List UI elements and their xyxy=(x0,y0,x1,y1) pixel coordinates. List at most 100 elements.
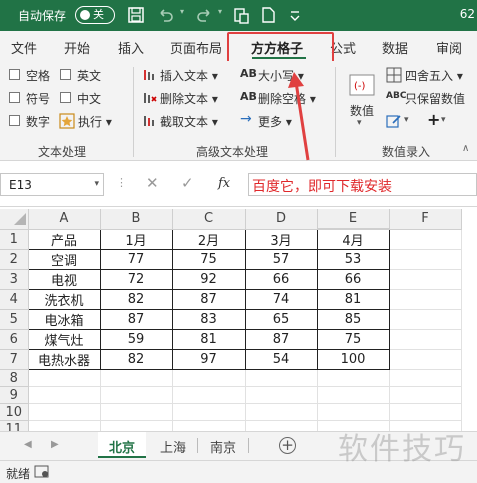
cell[interactable]: 75 xyxy=(316,329,390,350)
column-header[interactable]: F xyxy=(389,209,462,230)
cell[interactable] xyxy=(317,386,390,404)
name-box-dropdown-icon[interactable]: ▾ xyxy=(94,179,99,189)
tab-page-layout[interactable]: 页面布局 xyxy=(170,38,222,57)
cell[interactable] xyxy=(389,229,462,250)
cell[interactable] xyxy=(317,369,390,387)
column-header[interactable]: E xyxy=(317,209,390,230)
cell[interactable]: 3月 xyxy=(244,228,318,250)
tab-insert[interactable]: 插入 xyxy=(118,38,144,57)
cancel-icon[interactable]: ✕ xyxy=(146,174,159,192)
customize-quick-access-icon[interactable] xyxy=(285,5,305,25)
sheet-tab-beijing[interactable]: 北京 xyxy=(98,432,146,458)
cell[interactable] xyxy=(389,329,462,350)
cell[interactable] xyxy=(389,309,462,330)
insert-function-button[interactable]: fx xyxy=(218,176,230,191)
cell[interactable]: 87 xyxy=(244,329,318,350)
execute-icon[interactable] xyxy=(59,113,75,129)
cell[interactable]: 66 xyxy=(316,269,390,290)
cell[interactable] xyxy=(245,386,318,404)
cell[interactable]: 100 xyxy=(316,349,390,370)
cell[interactable]: 83 xyxy=(171,309,246,330)
cell[interactable]: 空调 xyxy=(27,249,101,270)
checkbox-chinese[interactable] xyxy=(60,92,71,103)
row-header[interactable]: 4 xyxy=(0,289,29,310)
cell[interactable]: 1月 xyxy=(99,228,173,250)
tab-home[interactable]: 开始 xyxy=(64,38,90,57)
new-file-icon[interactable] xyxy=(258,5,278,25)
cell[interactable]: 82 xyxy=(99,349,173,370)
redo-icon[interactable] xyxy=(194,5,214,25)
cell[interactable] xyxy=(28,369,101,387)
cell[interactable] xyxy=(389,403,462,421)
edit-icon[interactable] xyxy=(386,113,402,129)
column-header[interactable]: D xyxy=(245,209,318,230)
cell[interactable] xyxy=(245,369,318,387)
cell[interactable] xyxy=(389,269,462,290)
cell[interactable] xyxy=(28,403,101,421)
cell[interactable]: 煤气灶 xyxy=(27,329,101,350)
plus-dropdown-icon[interactable]: ▾ xyxy=(441,115,446,125)
cell[interactable] xyxy=(389,369,462,387)
insert-text-button[interactable]: 插入文本 ▾ xyxy=(160,67,218,84)
confirm-icon[interactable]: ✓ xyxy=(181,174,194,192)
cell[interactable]: 92 xyxy=(171,269,246,290)
row-header[interactable]: 2 xyxy=(0,249,29,270)
column-header[interactable]: B xyxy=(100,209,173,230)
row-header[interactable]: 3 xyxy=(0,269,29,290)
cell[interactable] xyxy=(389,349,462,370)
cell[interactable]: 59 xyxy=(99,329,173,350)
cell[interactable] xyxy=(172,369,246,387)
name-box[interactable]: E13 ▾ xyxy=(0,173,104,196)
cell[interactable]: 洗衣机 xyxy=(27,289,101,310)
cell[interactable]: 66 xyxy=(244,269,318,290)
cell[interactable]: 53 xyxy=(316,249,390,270)
prev-sheet-icon[interactable]: ◀ xyxy=(24,439,32,450)
row-header[interactable]: 8 xyxy=(0,369,29,387)
row-header[interactable]: 7 xyxy=(0,349,29,370)
cell[interactable] xyxy=(317,403,390,421)
row-header[interactable]: 10 xyxy=(0,403,29,421)
cell[interactable]: 电视 xyxy=(27,269,101,290)
cell[interactable]: 4月 xyxy=(316,228,390,250)
cell[interactable] xyxy=(100,403,173,421)
numeric-value-dropdown-icon[interactable]: ▾ xyxy=(357,118,362,128)
cell[interactable]: 产品 xyxy=(27,228,101,250)
sheet-tab-nanjing[interactable]: 南京 xyxy=(199,432,247,458)
checkbox-symbol[interactable] xyxy=(9,92,20,103)
checkbox-english[interactable] xyxy=(60,69,71,80)
cell[interactable] xyxy=(100,386,173,404)
round-button[interactable]: 四舍五入 ▾ xyxy=(405,67,463,84)
autosave-toggle[interactable]: 关 xyxy=(75,6,115,24)
row-header[interactable]: 9 xyxy=(0,386,29,404)
cell[interactable]: 72 xyxy=(99,269,173,290)
column-header[interactable]: C xyxy=(172,209,246,230)
cell[interactable]: 57 xyxy=(244,249,318,270)
undo-icon[interactable] xyxy=(156,5,176,25)
cell[interactable]: 74 xyxy=(244,289,318,310)
tab-file[interactable]: 文件 xyxy=(11,38,37,57)
select-all-corner[interactable] xyxy=(0,209,29,230)
collapse-ribbon-icon[interactable]: ∧ xyxy=(462,143,469,154)
row-header[interactable]: 1 xyxy=(0,229,29,250)
cell[interactable]: 85 xyxy=(316,309,390,330)
cell[interactable]: 82 xyxy=(99,289,173,310)
cell[interactable]: 87 xyxy=(99,309,173,330)
checkbox-space[interactable] xyxy=(9,69,20,80)
formula-input[interactable]: 百度它，即可下载安装 xyxy=(248,173,477,196)
clipboard-icon[interactable] xyxy=(231,5,251,25)
truncate-text-button[interactable]: 截取文本 ▾ xyxy=(160,113,218,130)
cell[interactable] xyxy=(389,289,462,310)
cell[interactable] xyxy=(245,403,318,421)
cell[interactable]: 75 xyxy=(171,249,246,270)
cell[interactable]: 54 xyxy=(244,349,318,370)
cell[interactable]: 65 xyxy=(244,309,318,330)
cell[interactable]: 81 xyxy=(316,289,390,310)
execute-button[interactable]: 执行 ▾ xyxy=(78,113,112,130)
resize-handle-icon[interactable]: ⋮ xyxy=(116,176,127,189)
keep-values-button[interactable]: 只保留数值 xyxy=(405,90,465,107)
numeric-value-button[interactable]: 数值 xyxy=(350,102,374,119)
edit-dropdown-icon[interactable]: ▾ xyxy=(404,115,409,125)
sheet-tab-shanghai[interactable]: 上海 xyxy=(149,432,197,458)
tab-data[interactable]: 数据 xyxy=(382,38,408,57)
cell[interactable]: 电冰箱 xyxy=(27,309,101,330)
